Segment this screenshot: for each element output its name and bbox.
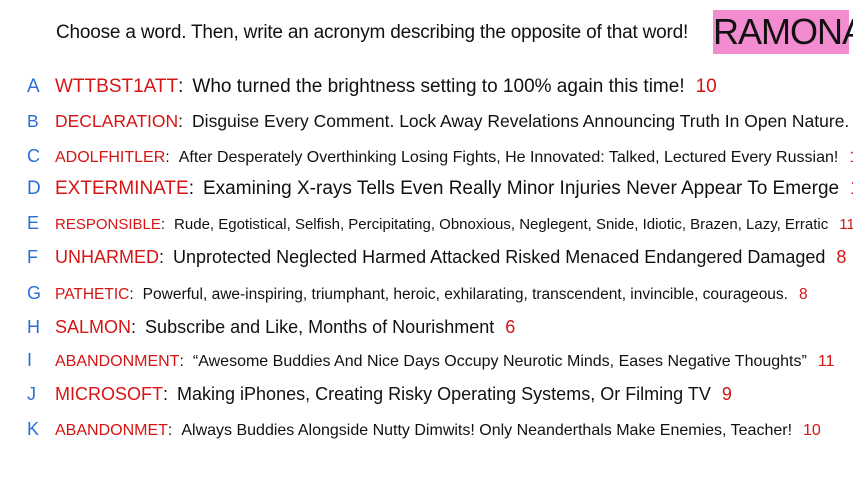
entry-row: J MICROSOFT: Making iPhones, Creating Ri… — [27, 384, 732, 405]
entry-word: RESPONSIBLE — [55, 216, 161, 233]
entry-word: ABANDONMENT — [55, 353, 180, 370]
entry-row: B DECLARATION: Disguise Every Comment. L… — [27, 111, 853, 132]
entry-acronym-phrase: Subscribe and Like, Months of Nourishmen… — [145, 317, 495, 337]
entry-colon: : — [160, 216, 166, 233]
entry-row: K ABANDONMET: Always Buddies Alongside N… — [27, 419, 821, 440]
entry-acronym-phrase: Unprotected Neglected Harmed Attacked Ri… — [173, 247, 826, 267]
entry-word: DECLARATION — [55, 111, 179, 131]
entry-acronym-phrase: Disguise Every Comment. Lock Away Revela… — [192, 111, 850, 131]
acronym-slide: Choose a word. Then, write an acronym de… — [0, 0, 853, 480]
entry-colon: : — [165, 149, 170, 166]
entry-row: F UNHARMED: Unprotected Neglected Harmed… — [27, 247, 846, 268]
entry-acronym-phrase: Always Buddies Alongside Nutty Dimwits! … — [181, 422, 793, 439]
entry-letter-count: 6 — [505, 317, 516, 337]
entry-word: ABANDONMET — [55, 422, 168, 439]
entry-word: MICROSOFT — [55, 384, 163, 404]
entry-colon: : — [178, 76, 184, 97]
entry-row: H SALMON: Subscribe and Like, Months of … — [27, 317, 515, 338]
entry-colon: : — [131, 317, 137, 337]
entry-letter: E — [27, 213, 40, 233]
entry-word: PATHETIC — [55, 286, 130, 303]
entry-row: C ADOLFHITLER: After Desperately Overthi… — [27, 146, 853, 167]
entry-acronym-phrase: Powerful, awe-inspiring, triumphant, her… — [142, 286, 788, 303]
entry-letter-count: 8 — [799, 286, 808, 303]
entry-letter: F — [27, 247, 38, 267]
entry-letter: A — [27, 76, 40, 97]
entry-colon: : — [178, 111, 184, 131]
entry-acronym-phrase: Who turned the brightness setting to 100… — [192, 76, 685, 97]
entry-row: G PATHETIC: Powerful, awe-inspiring, tri… — [27, 283, 808, 304]
entry-row: I ABANDONMENT: “Awesome Buddies And Nice… — [27, 350, 834, 371]
entry-word: ADOLFHITLER — [55, 149, 166, 166]
entry-letter-count: 11 — [849, 149, 853, 167]
entry-letter-count: 11 — [839, 216, 853, 233]
entry-colon: : — [188, 178, 194, 199]
entry-letter: C — [27, 146, 40, 166]
entry-colon: : — [159, 247, 165, 267]
entry-letter: K — [27, 419, 40, 439]
entry-acronym-phrase: After Desperately Overthinking Losing Fi… — [178, 149, 839, 166]
entry-acronym-phrase: Making iPhones, Creating Risky Operating… — [177, 384, 711, 404]
entry-word: SALMON — [55, 317, 132, 337]
entry-letter-count: 9 — [721, 384, 732, 404]
entry-letter: D — [27, 178, 41, 199]
entry-acronym-phrase: Rude, Egotistical, Selfish, Percipitatin… — [174, 216, 829, 233]
author-name-badge: RAMONA — [713, 10, 853, 54]
entry-letter: I — [27, 350, 33, 370]
entry-word: WTTBST1ATT — [55, 76, 179, 97]
entry-word: EXTERMINATE — [55, 178, 189, 199]
entry-letter: G — [27, 283, 42, 303]
entry-colon: : — [179, 353, 184, 370]
entry-letter-count: 10 — [695, 76, 717, 97]
entry-letter-count: 10 — [803, 422, 821, 439]
entry-row: D EXTERMINATE: Examining X-rays Tells Ev… — [27, 178, 853, 200]
entry-colon: : — [167, 422, 173, 439]
entry-acronym-phrase: “Awesome Buddies And Nice Days Occupy Ne… — [192, 353, 807, 370]
entry-row: E RESPONSIBLE: Rude, Egotistical, Selfis… — [27, 213, 853, 234]
entry-colon: : — [129, 286, 134, 303]
entry-letter-count: 11 — [817, 353, 835, 370]
entry-word: UNHARMED — [55, 247, 160, 267]
entry-letter: J — [27, 384, 36, 404]
entry-colon: : — [163, 384, 169, 404]
entry-letter: B — [27, 111, 39, 131]
entry-row: A WTTBST1ATT: Who turned the brightness … — [27, 76, 717, 98]
entry-letter: H — [27, 317, 40, 337]
prompt-heading: Choose a word. Then, write an acronym de… — [56, 22, 689, 43]
entry-letter-count: 8 — [836, 247, 847, 267]
entry-acronym-phrase: Examining X-rays Tells Even Really Minor… — [203, 178, 840, 199]
